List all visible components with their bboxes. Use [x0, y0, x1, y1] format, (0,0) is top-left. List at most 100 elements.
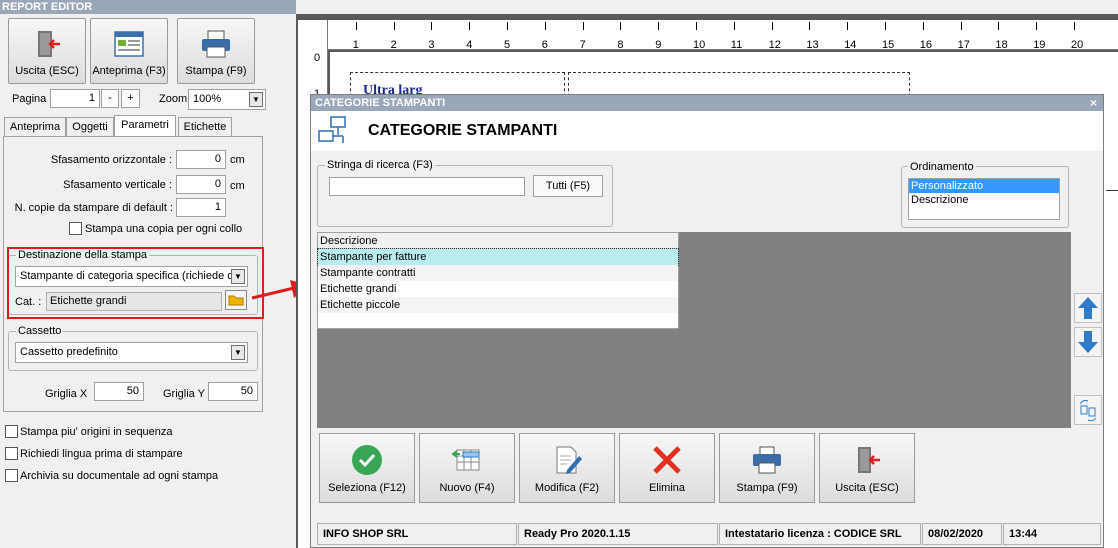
ruler-tick-mark: [885, 22, 886, 30]
order-group-title: Ordinamento: [908, 161, 976, 173]
ruler-tick-mark: [1036, 22, 1038, 30]
ruler-tick-mark: [544, 22, 546, 30]
ruler-tick-mark: [696, 22, 697, 30]
list-header: Descrizione: [318, 233, 678, 249]
status-date: 08/02/2020: [922, 523, 1002, 545]
zoom-select[interactable]: 100% ▼: [188, 89, 266, 110]
search-group-title: Stringa di ricerca (F3): [325, 159, 435, 171]
ruler-tick-label: 15: [882, 39, 895, 51]
swap-button[interactable]: [1074, 395, 1102, 425]
printer-icon: [202, 30, 230, 58]
edit-button[interactable]: Modifica (F2): [519, 433, 615, 503]
order-option-description[interactable]: Descrizione: [909, 193, 1059, 207]
exit-door-icon: [38, 31, 60, 57]
chevron-down-icon: ▼: [249, 92, 263, 107]
ruler-tick-label: 9: [655, 39, 662, 51]
delete-button-label: Elimina: [648, 482, 686, 494]
order-option-custom[interactable]: Personalizzato: [909, 179, 1059, 193]
dialog-print-button-label: Stampa (F9): [736, 482, 798, 494]
ruler-tick-label: 4: [466, 39, 473, 51]
tab-label: Anteprima: [9, 121, 61, 133]
zoom-label: Zoom: [159, 93, 188, 105]
offset-h-input[interactable]: 0: [176, 150, 226, 169]
close-icon[interactable]: ×: [1090, 95, 1097, 111]
tab-parametri[interactable]: Parametri: [114, 115, 176, 137]
dialog-exit-button-label: Uscita (ESC): [835, 482, 899, 494]
dialog-title: CATEGORIE STAMPANTI: [315, 97, 446, 109]
ruler-tick-label: 0: [314, 52, 321, 64]
ruler-tick-label: 19: [1033, 39, 1046, 51]
drawer-select[interactable]: Cassetto predefinito ▼: [15, 342, 248, 363]
tab-etichette[interactable]: Etichette: [178, 117, 232, 136]
ruler-tick-mark: [922, 22, 924, 30]
new-button[interactable]: Nuovo (F4): [419, 433, 515, 503]
ruler-tick-label: 17: [957, 39, 970, 51]
tab-anteprima[interactable]: Anteprima: [4, 117, 66, 136]
ruler-tick-label: 7: [579, 39, 586, 51]
select-button[interactable]: Seleziona (F12): [319, 433, 415, 503]
offset-h-label: Sfasamento orizzontale :: [50, 154, 172, 166]
page-input[interactable]: 1: [50, 89, 100, 108]
grid-x-input[interactable]: 50: [94, 382, 144, 401]
drawer-group-title: Cassetto: [16, 325, 64, 337]
grid-y-label: Griglia Y: [163, 388, 205, 400]
search-input[interactable]: [329, 177, 525, 196]
move-down-button[interactable]: [1074, 327, 1102, 357]
offset-v-label: Sfasamento verticale :: [63, 179, 172, 191]
exit-button[interactable]: Uscita (ESC): [8, 18, 86, 84]
page-prev-button[interactable]: -: [101, 89, 119, 108]
move-up-button[interactable]: [1074, 293, 1102, 323]
ruler-tick-label: 18: [995, 39, 1008, 51]
ruler-tick-label: 8: [617, 39, 624, 51]
category-list: Descrizione Stampante per fatture Stampa…: [317, 232, 679, 329]
list-item[interactable]: Stampante per fatture: [317, 248, 679, 266]
order-list[interactable]: Personalizzato Descrizione: [908, 178, 1060, 220]
multi-origin-label: Stampa piu' origini in sequenza: [20, 426, 173, 438]
one-copy-per-pack-checkbox[interactable]: [69, 222, 82, 235]
ruler-tick-label: 1: [352, 39, 359, 51]
ruler-tick-mark: [469, 22, 471, 30]
delete-button[interactable]: Elimina: [619, 433, 715, 503]
grid-y-input[interactable]: 50: [208, 382, 258, 401]
archive-checkbox[interactable]: [5, 469, 18, 482]
ruler-tick-mark: [431, 22, 433, 30]
highlight-box: [7, 247, 264, 319]
tab-label: Oggetti: [72, 121, 108, 133]
list-item[interactable]: Etichette grandi: [318, 281, 678, 297]
ruler-tick-mark: [998, 22, 1000, 30]
dialog-print-button[interactable]: Stampa (F9): [719, 433, 815, 503]
all-button[interactable]: Tutti (F5): [533, 175, 603, 197]
list-item[interactable]: Stampante contratti: [318, 265, 678, 281]
arrow-down-icon: [1078, 331, 1098, 353]
print-button-label: Stampa (F9): [185, 65, 247, 77]
drawer-value: Cassetto predefinito: [20, 346, 118, 358]
ruler-tick-label: 12: [768, 39, 781, 51]
ruler-tick-mark: [355, 22, 357, 30]
print-button[interactable]: Stampa (F9): [177, 18, 255, 84]
dialog-exit-button[interactable]: Uscita (ESC): [819, 433, 915, 503]
horizontal-ruler: 01234567891011121314151617181920: [298, 20, 1118, 51]
ruler-tick-label: 20: [1071, 39, 1084, 51]
offset-v-input[interactable]: 0: [176, 175, 226, 194]
arrow-up-icon: [1078, 297, 1098, 319]
ask-language-label: Richiedi lingua prima di stampare: [20, 448, 183, 460]
printer-categories-dialog: CATEGORIE STAMPANTI × CATEGORIE STAMPANT…: [310, 94, 1104, 548]
exit-door-icon: [858, 447, 880, 473]
ruler-tick-mark: [620, 22, 622, 30]
multi-origin-checkbox[interactable]: [5, 425, 18, 438]
tab-oggetti[interactable]: Oggetti: [66, 117, 114, 136]
page-next-button[interactable]: +: [121, 89, 140, 108]
ruler-tick-label: 2: [390, 39, 397, 51]
status-version: Ready Pro 2020.1.15: [518, 523, 718, 545]
list-item[interactable]: Etichette piccole: [318, 297, 678, 313]
one-copy-per-pack-label: Stampa una copia per ogni collo: [85, 223, 243, 235]
copies-input[interactable]: 1: [176, 198, 226, 217]
ask-language-checkbox[interactable]: [5, 447, 18, 460]
tab-label: Etichette: [183, 121, 227, 133]
delete-x-icon: [653, 446, 681, 474]
preview-button[interactable]: Anteprima (F3): [90, 18, 168, 84]
ruler-tick-mark: [1074, 22, 1075, 30]
status-license: Intestatario licenza : CODICE SRL: [719, 523, 921, 545]
canvas-line: [1106, 190, 1118, 191]
ruler-tick-mark: [809, 22, 811, 30]
